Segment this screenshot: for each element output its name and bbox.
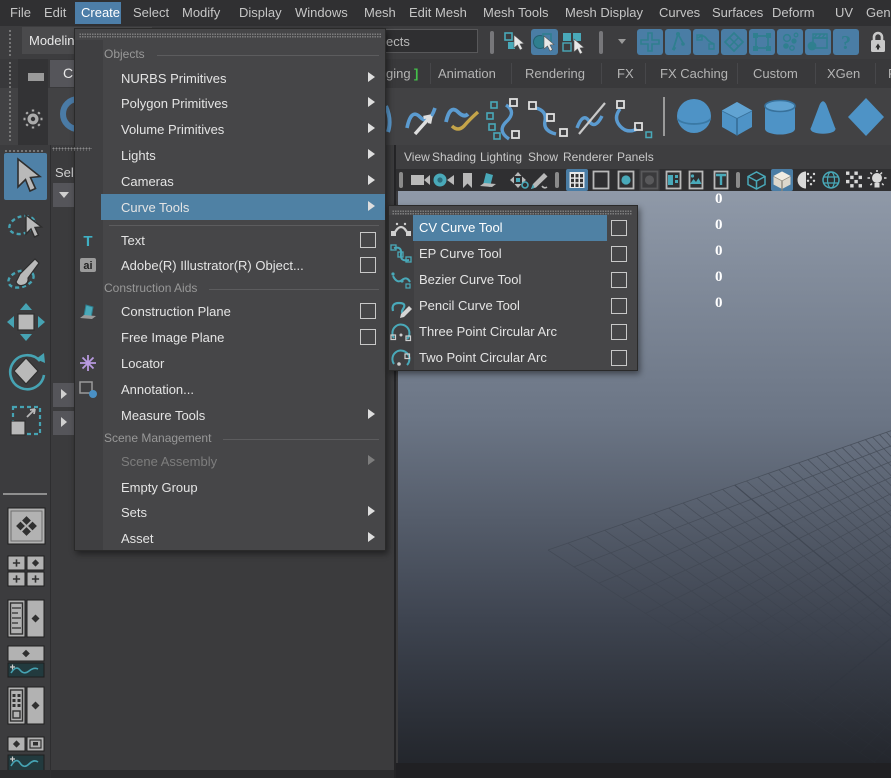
svg-text:T: T — [83, 233, 92, 250]
svg-text:?: ? — [841, 32, 851, 54]
svg-text:ai: ai — [83, 260, 92, 272]
